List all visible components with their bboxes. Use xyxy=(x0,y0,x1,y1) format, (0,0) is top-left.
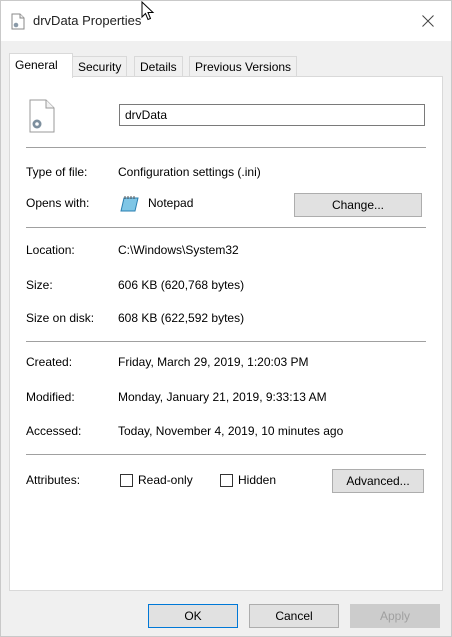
title-bar[interactable]: drvData Properties xyxy=(1,1,451,41)
tab-label: Previous Versions xyxy=(195,60,292,74)
separator xyxy=(26,227,426,228)
created-label: Created: xyxy=(26,355,73,369)
opens-with-value: Notepad xyxy=(148,196,194,210)
read-only-checkbox[interactable] xyxy=(120,474,133,487)
tab-general[interactable]: General xyxy=(9,53,73,78)
mouse-pointer-icon xyxy=(141,1,155,21)
separator xyxy=(26,341,426,342)
separator xyxy=(26,454,426,455)
opens-with-label: Opens with: xyxy=(26,196,90,210)
size-on-disk-value: 608 KB (622,592 bytes) xyxy=(118,311,245,325)
size-label: Size: xyxy=(26,278,53,292)
change-button[interactable]: Change... xyxy=(294,193,422,217)
location-value: C:\Windows\System32 xyxy=(118,243,239,257)
modified-value: Monday, January 21, 2019, 9:33:13 AM xyxy=(118,390,327,404)
file-settings-icon xyxy=(11,13,25,30)
general-panel: Type of file: Configuration settings (.i… xyxy=(9,76,443,591)
accessed-value: Today, November 4, 2019, 10 minutes ago xyxy=(118,424,344,438)
modified-label: Modified: xyxy=(26,390,75,404)
size-value: 606 KB (620,768 bytes) xyxy=(118,278,245,292)
cancel-button[interactable]: Cancel xyxy=(249,604,339,628)
hidden-label: Hidden xyxy=(238,473,277,487)
tab-previous-versions[interactable]: Previous Versions xyxy=(189,56,298,77)
tab-security[interactable]: Security xyxy=(72,56,128,77)
properties-window: drvData Properties General Security Deta… xyxy=(0,0,452,637)
type-of-file-label: Type of file: xyxy=(26,165,88,179)
ok-button[interactable]: OK xyxy=(148,604,238,628)
window-title: drvData Properties xyxy=(33,13,142,28)
location-label: Location: xyxy=(26,243,75,257)
read-only-label: Read-only xyxy=(138,473,193,487)
attributes-label: Attributes: xyxy=(26,473,81,487)
tab-label: General xyxy=(15,58,58,72)
file-name-input[interactable] xyxy=(119,104,425,126)
apply-button[interactable]: Apply xyxy=(350,604,440,628)
separator xyxy=(26,147,426,148)
tab-details[interactable]: Details xyxy=(134,56,183,77)
close-icon xyxy=(422,15,434,27)
type-of-file-value: Configuration settings (.ini) xyxy=(118,165,261,179)
size-on-disk-label: Size on disk: xyxy=(26,311,95,325)
file-settings-icon xyxy=(29,99,55,133)
notepad-icon xyxy=(120,196,139,212)
advanced-button[interactable]: Advanced... xyxy=(332,469,424,493)
created-value: Friday, March 29, 2019, 1:20:03 PM xyxy=(118,355,309,369)
tab-label: Security xyxy=(78,60,122,74)
hidden-checkbox[interactable] xyxy=(220,474,233,487)
close-button[interactable] xyxy=(405,1,451,41)
tab-label: Details xyxy=(140,60,177,74)
accessed-label: Accessed: xyxy=(26,424,82,438)
